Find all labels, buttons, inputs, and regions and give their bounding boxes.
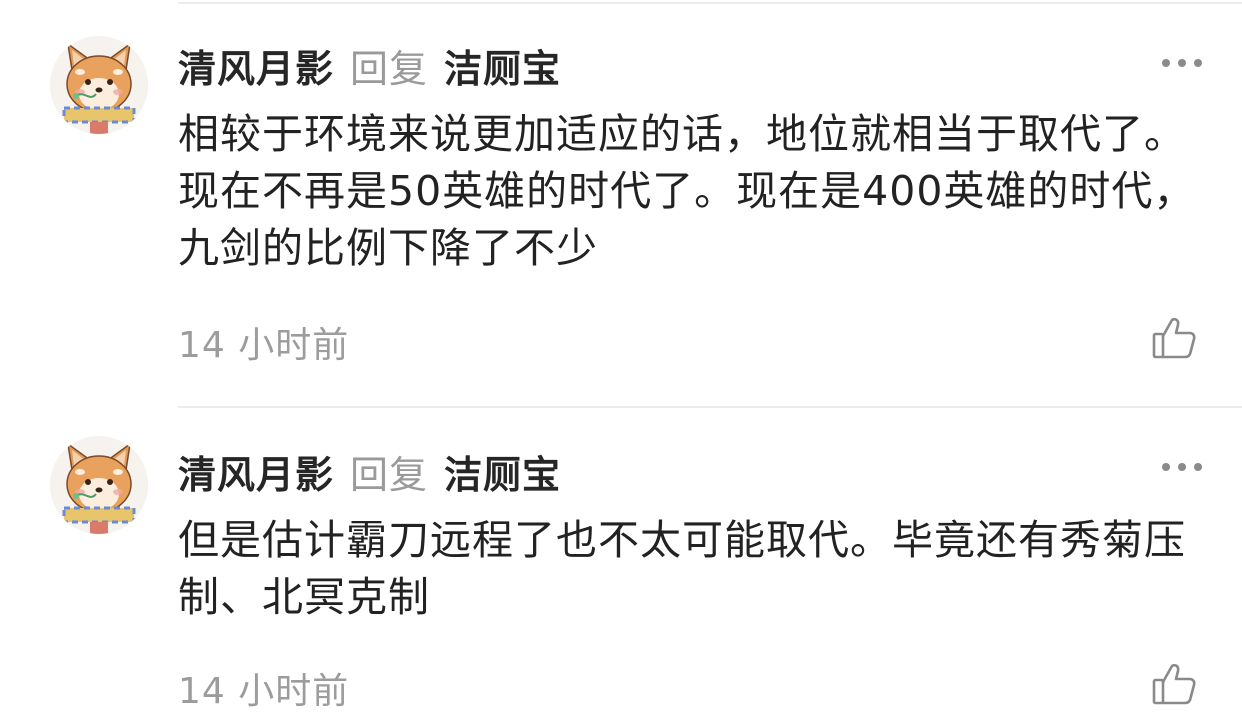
reply-target-name[interactable]: 洁厕宝: [444, 38, 561, 93]
comment-item: 清风月影 回复 洁厕宝 相较于环境来说更加适应的话，地位就相当于取代了。现在不再…: [0, 0, 1242, 406]
comment-item: 清风月影 回复 洁厕宝 但是估计霸刀远程了也不太可能取代。毕竟还有秀菊压制、北冥…: [0, 406, 1242, 712]
author-name[interactable]: 清风月影: [178, 38, 334, 93]
avatar[interactable]: [50, 36, 148, 134]
comment-divider: [178, 406, 1242, 408]
shiba-dog-avatar-icon: [50, 36, 148, 134]
timestamp: 14 小时前: [178, 325, 350, 366]
avatar[interactable]: [50, 436, 148, 534]
comment-text: 相较于环境来说更加适应的话，地位就相当于取代了。现在不再是50英雄的时代了。现在…: [178, 110, 1196, 272]
timestamp: 14 小时前: [178, 671, 350, 712]
comment-header: 清风月影 回复 洁厕宝: [178, 38, 561, 91]
comment-text: 但是估计霸刀远程了也不太可能取代。毕竟还有秀菊压制、北冥克制: [178, 516, 1186, 621]
comment-header: 清风月影 回复 洁厕宝: [178, 444, 561, 497]
thumbs-up-icon[interactable]: [1150, 314, 1198, 362]
shiba-dog-avatar-icon: [50, 436, 148, 534]
reply-label: 回复: [350, 47, 429, 91]
reply-label: 回复: [350, 453, 429, 497]
author-name[interactable]: 清风月影: [178, 444, 334, 499]
reply-target-name[interactable]: 洁厕宝: [444, 444, 561, 499]
thumbs-up-icon[interactable]: [1150, 660, 1198, 708]
more-dots-icon[interactable]: [1162, 58, 1202, 68]
more-dots-icon[interactable]: [1162, 462, 1202, 472]
